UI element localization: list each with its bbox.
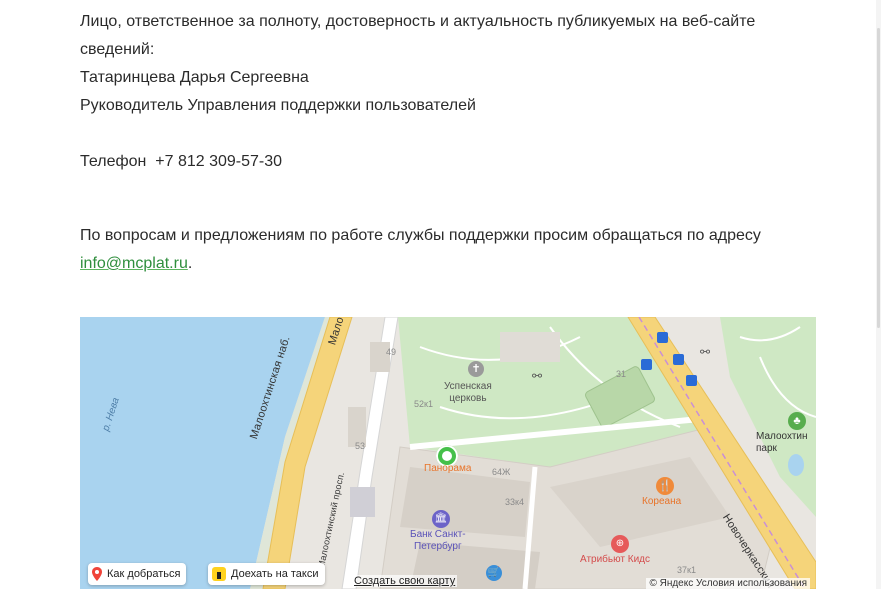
phone-label: Телефон [80,153,147,170]
koreana-label[interactable]: Кореана [642,496,681,508]
person-position: Руководитель Управления поддержки пользо… [80,97,476,114]
panorama-label[interactable]: Панорама [424,463,471,475]
bank-label[interactable]: Банк Санкт- Петербург [410,529,466,553]
questions-text: По вопросам и предложениям по работе слу… [80,222,820,278]
building-number: 49 [386,347,397,357]
bank-icon[interactable]: 🏛 [432,510,450,528]
binoculars-icon[interactable]: ⚯ [700,345,710,359]
yandex-map[interactable]: Мало Малоохтинская наб. Малоохтинский пр… [80,317,816,589]
email-suffix: . [187,255,193,272]
binoculars-icon[interactable]: ⚯ [532,369,542,383]
atribut-label[interactable]: Атрибьют Кидс [580,554,650,566]
restaurant-icon[interactable]: 🍴 [656,477,674,495]
taxi-button-label: Доехать на такси [231,568,319,580]
responsible-line-2: сведений: [80,41,155,58]
park-label[interactable]: Малоохтин парк [756,431,808,455]
bus-stop-icon[interactable] [657,332,668,343]
route-button[interactable]: Как добраться [88,563,187,585]
phone-line: Телефон +7 812 309-57-30 [80,148,820,176]
email-link[interactable]: info@mcplat.ru [80,255,188,272]
map-pin-icon [92,567,102,581]
person-name: Татаринцева Дарья Сергеевна [80,69,309,86]
park-icon[interactable]: ♣ [788,412,806,430]
scrollbar-thumb[interactable] [877,28,880,328]
building-number: 52к1 [414,399,433,409]
building-number: 64Ж [492,467,511,477]
phone-value: +7 812 309-57-30 [155,153,283,170]
bus-stop-icon[interactable] [673,354,684,365]
kids-store-icon[interactable]: ⊕ [611,535,629,553]
responsible-line-1: Лицо, ответственное за полноту, достовер… [80,13,756,30]
building-number: 31 [616,369,627,379]
church-label[interactable]: Успенская церковь [444,381,492,405]
bus-stop-icon[interactable] [641,359,652,370]
questions-label: По вопросам и предложениям по работе слу… [80,227,761,244]
taxi-icon [212,567,226,581]
create-map-link[interactable]: Создать свою карту [352,575,458,587]
scrollbar[interactable] [876,0,881,589]
taxi-button[interactable]: Доехать на такси [208,563,325,585]
building-number: 33к4 [505,497,524,507]
responsible-text: Лицо, ответственное за полноту, достовер… [80,8,820,64]
bus-stop-icon[interactable] [686,375,697,386]
shop-icon[interactable]: 🛒 [486,565,502,581]
route-button-label: Как добраться [107,568,181,580]
church-icon[interactable]: ✝ [468,361,484,377]
map-copyright[interactable]: © Яндекс Условия использования [646,578,810,589]
contacts-section: Лицо, ответственное за полноту, достовер… [80,8,820,278]
building-number: 37к1 [677,565,696,575]
building-number: 53 [355,441,366,451]
